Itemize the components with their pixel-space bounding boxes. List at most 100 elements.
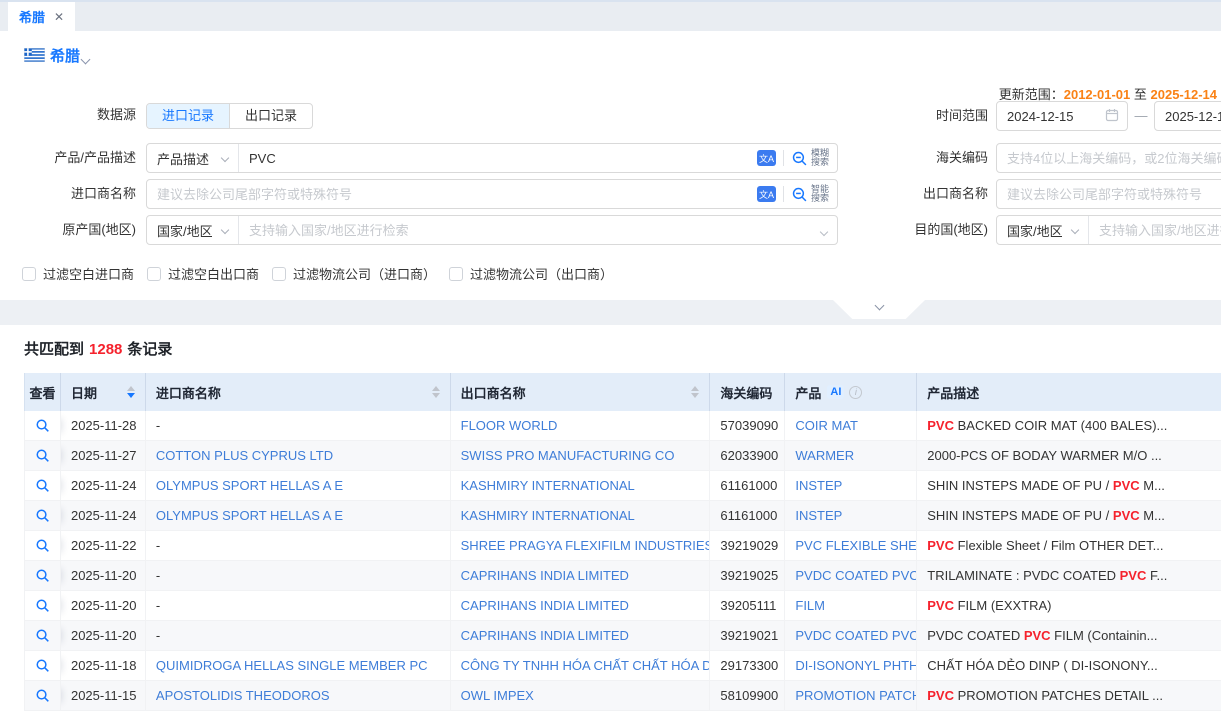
view-button[interactable]: [25, 591, 61, 620]
hs-code-input[interactable]: [997, 144, 1221, 172]
product-cell[interactable]: PVC FLEXIBLE SHEET F...: [785, 531, 917, 560]
filter-item[interactable]: 过滤物流公司（进口商）: [272, 264, 436, 283]
divider: [783, 150, 784, 166]
toggle-import-records[interactable]: 进口记录: [147, 104, 229, 128]
checkbox[interactable]: [449, 267, 463, 281]
product-search-input[interactable]: [239, 144, 757, 172]
exporter-cell[interactable]: CAPRIHANS INDIA LIMITED: [451, 621, 711, 650]
exporter-field[interactable]: [996, 179, 1221, 209]
destination-type-select[interactable]: 国家/地区: [997, 216, 1089, 244]
smart-search-button[interactable]: 智能搜索: [791, 185, 837, 203]
exporter-cell[interactable]: CAPRIHANS INDIA LIMITED: [451, 561, 711, 590]
date-start-input[interactable]: [997, 102, 1105, 130]
chevron-down-icon[interactable]: [82, 50, 89, 68]
translate-icon[interactable]: 文A: [757, 150, 776, 166]
greece-flag-icon: [24, 48, 45, 67]
importer-cell[interactable]: QUIMIDROGA HELLAS SINGLE MEMBER PC: [146, 651, 451, 680]
product-cell[interactable]: PVDC COATED PVC FIL...: [785, 561, 917, 590]
destination-input[interactable]: [1089, 216, 1221, 244]
col-header-importer[interactable]: 进口商名称: [146, 373, 451, 411]
filter-item[interactable]: 过滤空白进口商: [22, 264, 134, 283]
filter-checkbox-row: 过滤空白进口商过滤空白出口商 过滤物流公司（进口商） 过滤物流公司（出口商）: [22, 264, 626, 283]
exporter-cell[interactable]: CÔNG TY TNHH HÓA CHẤT CHẤT HÓA DẺ...: [451, 651, 711, 680]
origin-input[interactable]: [239, 216, 821, 244]
sort-icon-importer[interactable]: [432, 386, 440, 398]
exporter-cell[interactable]: CAPRIHANS INDIA LIMITED: [451, 591, 711, 620]
summary-suffix: 条记录: [127, 341, 172, 358]
table-row: 2025-11-28-FLOOR WORLD57039090COIR MATPV…: [24, 411, 1221, 441]
view-button[interactable]: [25, 471, 61, 500]
chevron-down-icon[interactable]: [821, 223, 827, 238]
col-header-date[interactable]: 日期: [61, 373, 146, 411]
view-button[interactable]: [25, 621, 61, 650]
ai-badge: AI: [827, 385, 844, 399]
view-search-icon: [35, 418, 50, 433]
table-row: 2025-11-27COTTON PLUS CYPRUS LTDSWISS PR…: [24, 441, 1221, 471]
filter-label: 过滤物流公司（进口商）: [293, 264, 436, 283]
translate-icon[interactable]: 文A: [757, 186, 776, 202]
product-cell[interactable]: COIR MAT: [785, 411, 917, 440]
view-button[interactable]: [25, 561, 61, 590]
tab-title: 希腊: [19, 7, 45, 26]
view-button[interactable]: [25, 441, 61, 470]
product-cell[interactable]: INSTEP: [785, 471, 917, 500]
smart-search-label: 智能搜索: [811, 185, 829, 203]
highlighted-keyword: PVC: [1120, 568, 1147, 583]
sort-icon-date[interactable]: [127, 386, 135, 398]
calendar-icon[interactable]: [1105, 108, 1119, 125]
product-label: 产品/产品描述: [0, 143, 136, 173]
col-header-exporter[interactable]: 出口商名称: [451, 373, 711, 411]
importer-input[interactable]: [147, 180, 757, 208]
view-button[interactable]: [25, 651, 61, 680]
importer-cell: -: [146, 561, 451, 590]
table-row: 2025-11-15APOSTOLIDIS THEODOROSOWL IMPEX…: [24, 681, 1221, 711]
product-cell[interactable]: PROMOTION PATCH: [785, 681, 917, 710]
view-button[interactable]: [25, 411, 61, 440]
checkbox[interactable]: [147, 267, 161, 281]
importer-cell[interactable]: APOSTOLIDIS THEODOROS: [146, 681, 451, 710]
product-cell[interactable]: WARMER: [785, 441, 917, 470]
filter-item[interactable]: 过滤物流公司（出口商）: [449, 264, 613, 283]
sort-icon-exporter[interactable]: [691, 386, 699, 398]
product-cell[interactable]: DI-ISONONYL PHTHA...: [785, 651, 917, 680]
exporter-cell[interactable]: SHREE PRAGYA FLEXIFILM INDUSTRIES: [451, 531, 711, 560]
product-cell[interactable]: INSTEP: [785, 501, 917, 530]
view-button[interactable]: [25, 501, 61, 530]
importer-cell[interactable]: OLYMPUS SPORT HELLAS A E: [146, 471, 451, 500]
exporter-cell[interactable]: KASHMIRY INTERNATIONAL: [451, 501, 711, 530]
view-button[interactable]: [25, 681, 61, 710]
exporter-cell[interactable]: SWISS PRO MANUFACTURING CO: [451, 441, 711, 470]
date-start-field[interactable]: [996, 101, 1128, 131]
description-cell: PVDC COATED PVC FILM (Containin...: [917, 621, 1221, 650]
filter-item[interactable]: 过滤空白出口商: [147, 264, 259, 283]
close-icon[interactable]: ✕: [54, 10, 64, 24]
update-range-end: 2025-12-14: [1151, 87, 1218, 102]
exporter-cell[interactable]: FLOOR WORLD: [451, 411, 711, 440]
time-range-label: 时间范围: [850, 101, 988, 131]
tab-greece[interactable]: 希腊 ✕: [8, 2, 75, 31]
exporter-input[interactable]: [997, 180, 1221, 208]
checkbox[interactable]: [272, 267, 286, 281]
view-search-icon: [35, 688, 50, 703]
product-cell[interactable]: PVDC COATED PVC FIL...: [785, 621, 917, 650]
table-body: 2025-11-28-FLOOR WORLD57039090COIR MATPV…: [24, 411, 1221, 711]
exporter-cell[interactable]: OWL IMPEX: [451, 681, 711, 710]
col-header-hs-code: 海关编码: [710, 373, 785, 411]
table-row: 2025-11-20-CAPRIHANS INDIA LIMITED392051…: [24, 591, 1221, 621]
importer-cell[interactable]: COTTON PLUS CYPRUS LTD: [146, 441, 451, 470]
date-end-input[interactable]: [1155, 102, 1221, 130]
origin-type-select[interactable]: 国家/地区: [147, 216, 239, 244]
checkbox[interactable]: [22, 267, 36, 281]
table-row: 2025-11-22-SHREE PRAGYA FLEXIFILM INDUST…: [24, 531, 1221, 561]
hs-code-cell: 39219021: [710, 621, 785, 650]
product-cell[interactable]: FILM: [785, 591, 917, 620]
hs-code-field[interactable]: [996, 143, 1221, 173]
toggle-export-records[interactable]: 出口记录: [229, 104, 312, 128]
product-type-select[interactable]: 产品描述: [147, 144, 239, 172]
info-icon[interactable]: i: [849, 386, 862, 399]
exporter-cell[interactable]: KASHMIRY INTERNATIONAL: [451, 471, 711, 500]
view-button[interactable]: [25, 531, 61, 560]
date-end-field[interactable]: [1154, 101, 1221, 131]
importer-cell[interactable]: OLYMPUS SPORT HELLAS A E: [146, 501, 451, 530]
fuzzy-search-button[interactable]: 模糊搜索: [791, 149, 837, 167]
